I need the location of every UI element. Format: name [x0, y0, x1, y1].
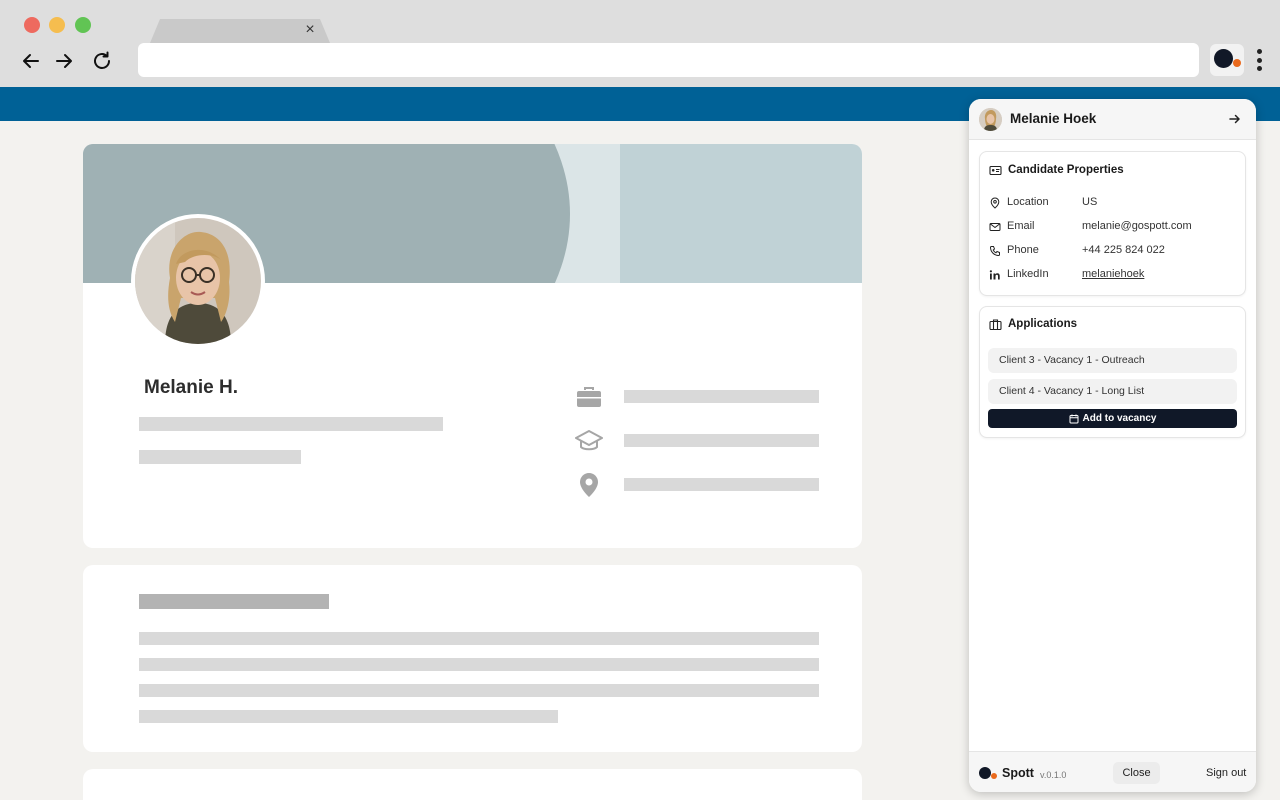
placeholder-line [624, 434, 819, 447]
profile-photo [135, 218, 261, 344]
brand-name: Spott [1002, 766, 1034, 780]
calendar-icon [1069, 414, 1079, 423]
property-value: US [1082, 196, 1098, 208]
placeholder-line [139, 684, 819, 697]
property-location: Location US [989, 195, 1239, 211]
property-label: Phone [1007, 244, 1039, 256]
panel-footer: Spott v.0.1.0 Close Sign out [969, 751, 1256, 792]
candidate-avatar [979, 108, 1002, 131]
content-card [83, 769, 862, 800]
mail-icon [989, 223, 1001, 231]
version-label: v.0.1.0 [1040, 770, 1067, 780]
tab-close-icon[interactable]: × [302, 20, 318, 40]
section-title: Applications [1008, 318, 1078, 330]
sign-out-link[interactable]: Sign out [1206, 767, 1246, 779]
kebab-dot [1256, 57, 1262, 63]
candidate-photo [979, 108, 1002, 131]
briefcase-icon [989, 319, 1002, 331]
reload-icon [94, 51, 110, 69]
maximize-window-button[interactable] [75, 17, 91, 33]
arrow-left-icon [23, 54, 39, 68]
property-label: Email [1007, 220, 1035, 232]
placeholder-line [139, 632, 819, 645]
add-to-vacancy-label: Add to vacancy [1082, 413, 1157, 424]
linkedin-icon [989, 270, 1000, 280]
close-window-button[interactable] [24, 17, 40, 33]
candidate-name: Melanie Hoek [1010, 111, 1097, 126]
placeholder-line [139, 450, 301, 464]
property-linkedin: LinkedIn melaniehoek [989, 267, 1239, 283]
profile-name: Melanie H. [144, 377, 238, 398]
placeholder-heading [139, 594, 329, 609]
placeholder-line [624, 478, 819, 491]
property-email: Email melanie@gospott.com [989, 219, 1239, 235]
browser-menu-button[interactable] [1252, 47, 1266, 73]
spott-extension-button[interactable] [1210, 44, 1244, 76]
minimize-window-button[interactable] [49, 17, 65, 33]
arrow-right-icon [56, 54, 72, 68]
reload-button[interactable] [89, 48, 115, 74]
profile-avatar[interactable] [131, 214, 265, 348]
about-card [83, 565, 862, 752]
close-button[interactable]: Close [1113, 762, 1160, 784]
section-title: Candidate Properties [1008, 164, 1124, 176]
kebab-dot [1256, 66, 1262, 71]
spott-logo-icon [979, 767, 991, 779]
placeholder-line [139, 417, 443, 431]
placeholder-line [139, 658, 819, 671]
property-label: LinkedIn [1007, 268, 1049, 280]
property-label: Location [1007, 196, 1049, 208]
address-bar[interactable] [138, 43, 1199, 77]
linkedin-link[interactable]: melaniehoek [1082, 268, 1144, 280]
id-card-icon [989, 165, 1002, 176]
map-pin-icon [990, 197, 1000, 209]
property-value[interactable]: melanie@gospott.com [1082, 220, 1192, 232]
add-to-vacancy-button[interactable]: Add to vacancy [988, 409, 1237, 428]
application-item[interactable]: Client 4 - Vacancy 1 - Long List [988, 379, 1237, 404]
spott-logo-accent [1233, 59, 1241, 67]
open-profile-arrow-icon[interactable] [1227, 111, 1243, 127]
applications-section: Applications Client 3 - Vacancy 1 - Outr… [979, 306, 1246, 438]
briefcase-icon [577, 387, 601, 407]
map-pin-icon [580, 473, 598, 497]
spott-logo-icon [1214, 49, 1233, 68]
application-item[interactable]: Client 3 - Vacancy 1 - Outreach [988, 348, 1237, 373]
property-value[interactable]: +44 225 824 022 [1082, 244, 1165, 256]
forward-button[interactable] [51, 48, 77, 74]
kebab-dot [1256, 49, 1262, 54]
profile-card: Melanie H. [83, 144, 862, 548]
graduation-cap-icon [575, 430, 603, 451]
placeholder-line [139, 710, 558, 723]
spott-logo-accent [991, 773, 997, 779]
panel-header: Melanie Hoek [969, 99, 1256, 140]
browser-chrome: × [0, 0, 1280, 87]
phone-icon [989, 246, 1000, 257]
back-button[interactable] [18, 48, 44, 74]
placeholder-line [624, 390, 819, 403]
property-phone: Phone +44 225 824 022 [989, 243, 1239, 259]
candidate-properties-section: Candidate Properties Location US Email m… [979, 151, 1246, 296]
spott-extension-panel: Melanie Hoek Candidate Properties Locati… [969, 99, 1256, 792]
